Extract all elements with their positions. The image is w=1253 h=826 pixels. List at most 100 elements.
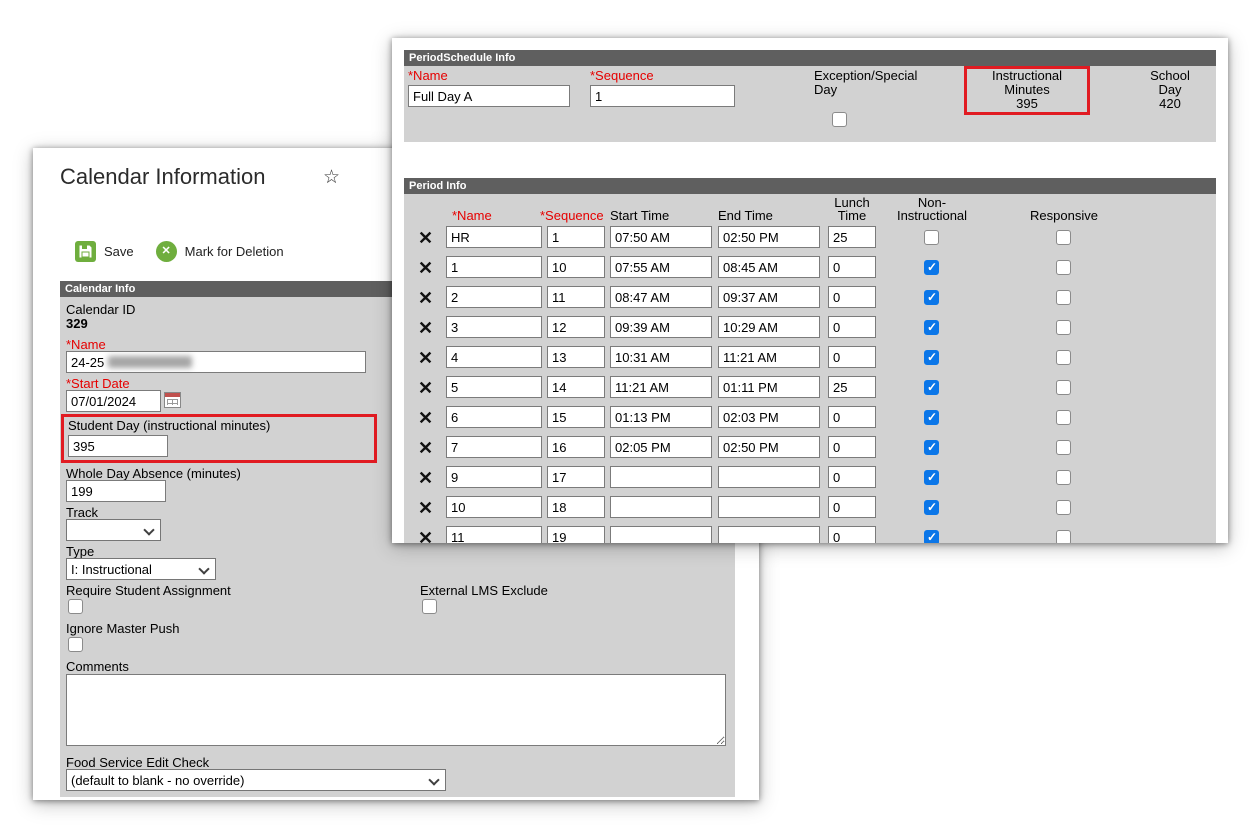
period-end-input[interactable]	[718, 406, 820, 428]
period-start-input[interactable]	[610, 256, 712, 278]
period-name-input[interactable]	[446, 406, 542, 428]
responsive-checkbox[interactable]	[1056, 320, 1071, 335]
exception-special-day-checkbox[interactable]	[832, 112, 847, 127]
period-lunch-input[interactable]	[828, 406, 876, 428]
period-sequence-input[interactable]	[547, 436, 605, 458]
period-lunch-input[interactable]	[828, 226, 876, 248]
responsive-checkbox[interactable]	[1056, 230, 1071, 245]
non-instructional-checkbox[interactable]	[924, 470, 939, 485]
period-start-input[interactable]	[610, 526, 712, 543]
period-start-input[interactable]	[610, 436, 712, 458]
period-lunch-input[interactable]	[828, 256, 876, 278]
delete-period-icon[interactable]: ✕	[418, 227, 433, 249]
external-lms-exclude-checkbox[interactable]	[422, 599, 437, 614]
period-lunch-input[interactable]	[828, 496, 876, 518]
period-end-input[interactable]	[718, 226, 820, 248]
student-day-input[interactable]	[68, 435, 168, 457]
period-lunch-input[interactable]	[828, 466, 876, 488]
period-lunch-input[interactable]	[828, 436, 876, 458]
whole-day-absence-input[interactable]	[66, 480, 166, 502]
period-sequence-input[interactable]	[547, 286, 605, 308]
period-sequence-input[interactable]	[547, 496, 605, 518]
period-sequence-input[interactable]	[547, 526, 605, 543]
period-name-input[interactable]	[446, 466, 542, 488]
delete-period-icon[interactable]: ✕	[418, 347, 433, 369]
delete-period-icon[interactable]: ✕	[418, 317, 433, 339]
period-sequence-input[interactable]	[547, 406, 605, 428]
delete-period-icon[interactable]: ✕	[418, 287, 433, 309]
period-sequence-input[interactable]	[547, 256, 605, 278]
non-instructional-checkbox[interactable]	[924, 500, 939, 515]
non-instructional-checkbox[interactable]	[924, 530, 939, 543]
non-instructional-checkbox[interactable]	[924, 320, 939, 335]
period-name-input[interactable]	[446, 256, 542, 278]
period-start-input[interactable]	[610, 226, 712, 248]
period-lunch-input[interactable]	[828, 526, 876, 543]
period-start-input[interactable]	[610, 286, 712, 308]
schedule-name-input[interactable]	[408, 85, 570, 107]
period-start-input[interactable]	[610, 496, 712, 518]
period-sequence-input[interactable]	[547, 376, 605, 398]
ignore-master-push-checkbox[interactable]	[68, 637, 83, 652]
responsive-checkbox[interactable]	[1056, 500, 1071, 515]
period-name-input[interactable]	[446, 496, 542, 518]
period-name-input[interactable]	[446, 316, 542, 338]
responsive-checkbox[interactable]	[1056, 290, 1071, 305]
mark-for-deletion-button[interactable]: ✕ Mark for Deletion	[155, 241, 284, 262]
period-end-input[interactable]	[718, 316, 820, 338]
period-end-input[interactable]	[718, 346, 820, 368]
delete-period-icon[interactable]: ✕	[418, 257, 433, 279]
delete-period-icon[interactable]: ✕	[418, 527, 433, 543]
period-sequence-input[interactable]	[547, 226, 605, 248]
period-name-input[interactable]	[446, 436, 542, 458]
period-start-input[interactable]	[610, 346, 712, 368]
responsive-checkbox[interactable]	[1056, 410, 1071, 425]
comments-textarea[interactable]	[66, 674, 726, 746]
period-lunch-input[interactable]	[828, 286, 876, 308]
period-sequence-input[interactable]	[547, 466, 605, 488]
start-date-input[interactable]	[66, 390, 161, 412]
period-sequence-input[interactable]	[547, 316, 605, 338]
period-name-input[interactable]	[446, 376, 542, 398]
food-service-edit-check-select[interactable]: (default to blank - no override)	[66, 769, 446, 791]
non-instructional-checkbox[interactable]	[924, 350, 939, 365]
period-end-input[interactable]	[718, 286, 820, 308]
non-instructional-checkbox[interactable]	[924, 260, 939, 275]
responsive-checkbox[interactable]	[1056, 260, 1071, 275]
period-lunch-input[interactable]	[828, 376, 876, 398]
period-end-input[interactable]	[718, 436, 820, 458]
delete-period-icon[interactable]: ✕	[418, 407, 433, 429]
favorite-star-icon[interactable]: ☆	[323, 166, 340, 189]
type-select[interactable]: I: Instructional	[66, 558, 216, 580]
non-instructional-checkbox[interactable]	[924, 290, 939, 305]
period-end-input[interactable]	[718, 466, 820, 488]
non-instructional-checkbox[interactable]	[924, 440, 939, 455]
period-end-input[interactable]	[718, 376, 820, 398]
period-name-input[interactable]	[446, 226, 542, 248]
save-button[interactable]: Save	[75, 241, 134, 262]
require-student-assignment-checkbox[interactable]	[68, 599, 83, 614]
period-sequence-input[interactable]	[547, 346, 605, 368]
responsive-checkbox[interactable]	[1056, 380, 1071, 395]
calendar-picker-icon[interactable]	[164, 392, 181, 408]
period-start-input[interactable]	[610, 316, 712, 338]
period-start-input[interactable]	[610, 466, 712, 488]
responsive-checkbox[interactable]	[1056, 470, 1071, 485]
period-end-input[interactable]	[718, 526, 820, 543]
period-name-input[interactable]	[446, 526, 542, 543]
delete-period-icon[interactable]: ✕	[418, 377, 433, 399]
responsive-checkbox[interactable]	[1056, 440, 1071, 455]
non-instructional-checkbox[interactable]	[924, 410, 939, 425]
delete-period-icon[interactable]: ✕	[418, 437, 433, 459]
non-instructional-checkbox[interactable]	[924, 380, 939, 395]
delete-period-icon[interactable]: ✕	[418, 497, 433, 519]
non-instructional-checkbox[interactable]	[924, 230, 939, 245]
period-end-input[interactable]	[718, 496, 820, 518]
responsive-checkbox[interactable]	[1056, 350, 1071, 365]
schedule-sequence-input[interactable]	[590, 85, 735, 107]
period-end-input[interactable]	[718, 256, 820, 278]
period-name-input[interactable]	[446, 286, 542, 308]
delete-period-icon[interactable]: ✕	[418, 467, 433, 489]
responsive-checkbox[interactable]	[1056, 530, 1071, 543]
period-lunch-input[interactable]	[828, 346, 876, 368]
